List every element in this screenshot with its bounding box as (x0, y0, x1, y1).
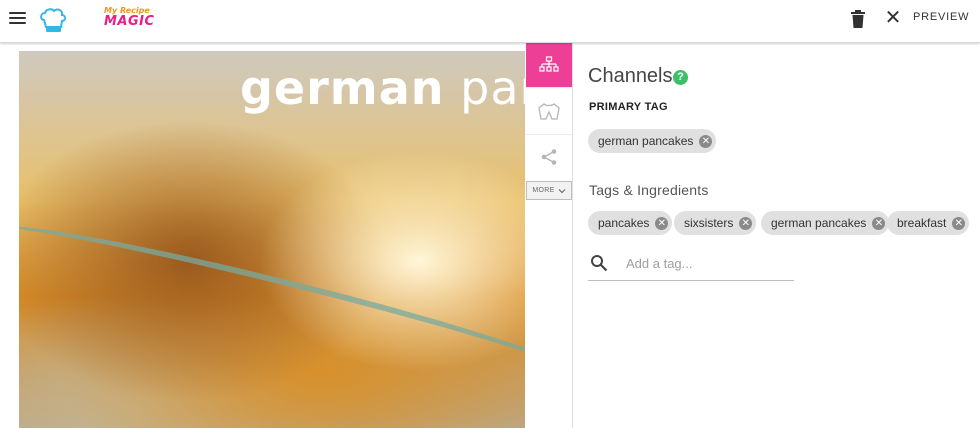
share-tab-button[interactable] (526, 135, 572, 179)
tag-chip[interactable]: german pancakes ✕ (761, 211, 890, 235)
chip-label: pancakes (598, 216, 650, 230)
tag-chip[interactable]: pancakes ✕ (588, 211, 673, 235)
more-label: MORE (532, 187, 555, 194)
trash-icon[interactable] (849, 9, 867, 29)
primary-tag-label: PRIMARY TAG (589, 101, 668, 113)
photo-overlay-bold: german (240, 61, 445, 115)
chip-remove-icon[interactable]: ✕ (655, 216, 669, 230)
tag-chip[interactable]: breakfast ✕ (887, 211, 970, 235)
chip-remove-icon[interactable]: ✕ (872, 216, 886, 230)
side-toolbar: MORE (526, 43, 573, 428)
logo-text: My Recipe MAGIC (104, 7, 155, 29)
chip-remove-icon[interactable]: ✕ (952, 216, 966, 230)
apparel-tab-button[interactable] (526, 90, 572, 135)
tag-chip[interactable]: sixsisters ✕ (674, 211, 757, 235)
chip-label: german pancakes (598, 134, 694, 148)
search-icon (591, 255, 608, 272)
recipe-photo: german panc (19, 51, 525, 428)
photo-dish-rim (19, 206, 525, 402)
top-bar: My Recipe MAGIC ✕ PREVIEW (0, 0, 980, 43)
menu-icon[interactable] (9, 10, 27, 32)
primary-tag-chip[interactable]: german pancakes ✕ (588, 129, 717, 153)
chip-label: sixsisters (684, 216, 734, 230)
preview-button[interactable]: PREVIEW (913, 11, 969, 23)
help-icon[interactable]: ? (673, 70, 688, 85)
share-icon (541, 149, 557, 165)
chip-label: breakfast (897, 216, 947, 230)
add-tag-input[interactable] (626, 252, 786, 274)
chip-label: german pancakes (771, 216, 867, 230)
photo-overlay-text: german panc (240, 61, 525, 115)
close-icon[interactable]: ✕ (884, 8, 902, 28)
chip-remove-icon[interactable]: ✕ (739, 216, 753, 230)
logo-bottom-text: MAGIC (104, 14, 155, 29)
channels-tab-button[interactable] (526, 43, 572, 88)
app-logo[interactable]: My Recipe MAGIC (38, 3, 154, 37)
panel-title: Channels (588, 65, 673, 87)
add-tag-row (588, 248, 794, 281)
tags-ingredients-label: Tags & Ingredients (589, 182, 709, 198)
more-button[interactable]: MORE (526, 181, 572, 200)
chip-remove-icon[interactable]: ✕ (699, 134, 713, 148)
tshirt-icon (538, 103, 560, 120)
logo-chef-hat-icon (40, 8, 66, 32)
photo-overlay-light: panc (460, 61, 525, 115)
sitemap-icon (539, 56, 559, 72)
chevron-down-icon (558, 188, 565, 193)
